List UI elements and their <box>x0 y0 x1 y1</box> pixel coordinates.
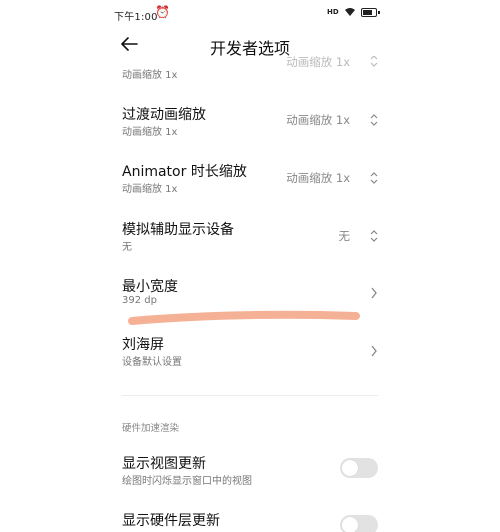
setting-subtitle: 动画缩放 1x <box>122 70 178 81</box>
setting-title: 过渡动画缩放 <box>122 107 206 123</box>
setting-subtitle: 动画缩放 1x <box>122 127 178 138</box>
setting-title: Animator 时长缩放 <box>122 164 247 180</box>
setting-row-animator-duration-scale[interactable]: Animator 时长缩放 动画缩放 1x 动画缩放 1x <box>0 157 500 203</box>
toggle-switch[interactable] <box>340 515 378 532</box>
setting-row-notch[interactable]: 刘海屏 设备默认设置 <box>0 330 500 376</box>
setting-title: 刘海屏 <box>122 337 164 353</box>
setting-subtitle: 392 dp <box>122 295 157 306</box>
setting-value: 动画缩放 1x <box>286 171 350 185</box>
setting-title: 最小宽度 <box>122 279 178 295</box>
toggle-knob <box>342 517 358 532</box>
updown-icon <box>370 230 378 242</box>
chevron-right-icon <box>371 345 377 357</box>
setting-subtitle: 无 <box>122 242 132 253</box>
status-time: 下午1:00 <box>114 12 158 23</box>
wifi-icon <box>344 8 355 16</box>
highlight-stroke <box>128 310 360 325</box>
section-header: 硬件加速渲染 <box>122 423 180 434</box>
toggle-switch[interactable] <box>340 458 378 478</box>
status-bar: 下午1:00 ⏰ HD <box>0 0 500 28</box>
setting-title: 显示硬件层更新 <box>122 513 220 529</box>
battery-icon <box>360 7 380 17</box>
setting-subtitle: 动画缩放 1x <box>122 184 178 195</box>
setting-subtitle: 绘图时闪烁显示窗口中的视图 <box>122 476 252 487</box>
setting-row-simulate-secondary-display[interactable]: 模拟辅助显示设备 无 无 <box>0 215 500 261</box>
setting-value: 动画缩放 1x <box>286 113 350 127</box>
chevron-right-icon <box>371 287 377 299</box>
updown-icon <box>370 114 378 126</box>
alarm-clock-icon: ⏰ <box>155 5 170 19</box>
toggle-knob <box>342 460 358 476</box>
setting-title: 显示视图更新 <box>122 456 206 472</box>
section-divider <box>122 395 378 396</box>
setting-row-show-view-updates[interactable]: 显示视图更新 绘图时闪烁显示窗口中的视图 <box>0 449 500 495</box>
setting-row-show-hardware-layer-updates[interactable]: 显示硬件层更新 <box>0 506 500 532</box>
setting-title: 模拟辅助显示设备 <box>122 222 234 238</box>
status-icons: HD <box>327 7 380 17</box>
updown-icon <box>370 56 378 67</box>
setting-value: 无 <box>338 229 351 243</box>
setting-row-transition-animation-scale[interactable]: 过渡动画缩放 动画缩放 1x 动画缩放 1x <box>0 100 500 146</box>
setting-row-window-animation-scale[interactable]: 动画缩放 1x 动画缩放 1x <box>0 56 500 86</box>
setting-value: 动画缩放 1x <box>286 56 350 69</box>
setting-subtitle: 设备默认设置 <box>122 357 182 368</box>
signal-icon: HD <box>327 8 339 16</box>
updown-icon <box>370 172 378 184</box>
